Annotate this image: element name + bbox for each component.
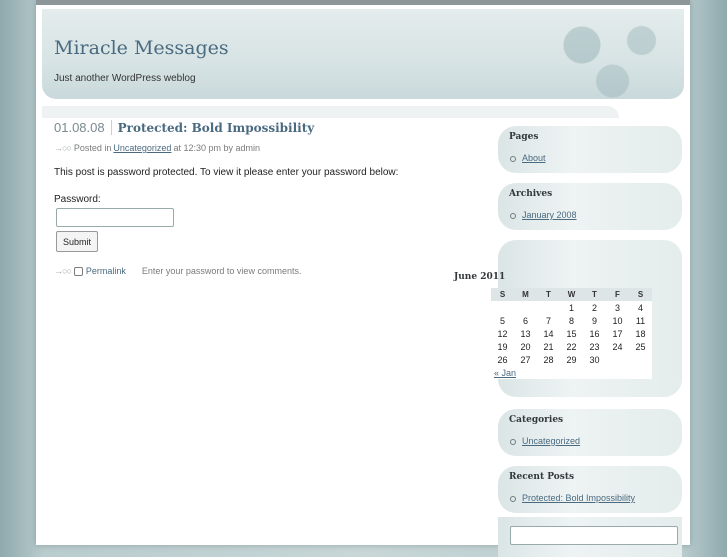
password-label: Password:	[54, 194, 101, 205]
post-meta: →○○ Posted in Uncategorized at 12:30 pm …	[54, 143, 494, 153]
calendar-day	[537, 301, 560, 314]
recent-posts-widget: Recent Posts Protected: Bold Impossibili…	[498, 466, 682, 513]
weekday-header: T	[537, 288, 560, 301]
calendar-caption: June 2011	[454, 272, 506, 282]
calendar-day: 4	[637, 302, 643, 313]
calendar-day: 30	[589, 354, 600, 365]
calendar-day: 14	[543, 328, 554, 339]
calendar-week: 19 20 21 22 23 24 25	[491, 340, 652, 353]
weekday-header: T	[583, 288, 606, 301]
bullet-icon	[510, 438, 516, 445]
weekday-header: F	[606, 288, 629, 301]
calendar-day: 13	[520, 328, 531, 339]
permalink-icon	[73, 266, 83, 276]
calendar-day: 20	[520, 341, 531, 352]
calendar-day: 19	[497, 341, 508, 352]
archives-widget: Archives January 2008	[498, 183, 682, 230]
calendar-day: 2	[591, 302, 597, 313]
calendar-day: 28	[543, 354, 554, 365]
calendar-day: 27	[520, 354, 531, 365]
calendar-day	[491, 301, 514, 314]
calendar-nav-cell: « Jan	[491, 366, 652, 379]
pages-widget: Pages About	[498, 126, 682, 173]
bullet-icon	[510, 212, 516, 219]
protected-notice: This post is password protected. To view…	[54, 167, 399, 178]
calendar-day: 12	[497, 328, 508, 339]
pages-item[interactable]: About	[510, 153, 546, 163]
submit-button[interactable]: Submit	[56, 231, 99, 252]
calendar-day: 17	[612, 328, 623, 339]
search-input[interactable]	[510, 526, 678, 545]
calendar-week: 1 2 3 4	[491, 301, 652, 314]
blog-header: Miracle Messages Just another WordPress …	[42, 9, 684, 99]
calendar-day	[606, 353, 629, 366]
calendar-table: S M T W T F S 1 2 3 4 5 6 7 8 9 10 11 12…	[491, 288, 652, 379]
calendar-prev-link[interactable]: « Jan	[494, 368, 516, 378]
recent-post-item[interactable]: Protected: Bold Impossibility	[510, 493, 635, 503]
calendar-day: 25	[635, 341, 646, 352]
weekday-header: W	[560, 288, 583, 301]
content-top-edge	[42, 106, 619, 118]
calendar-day: 7	[545, 315, 551, 326]
post: 01.08.08 Protected: Bold Impossibility →…	[54, 120, 494, 276]
categories-widget: Categories Uncategorized	[498, 409, 682, 456]
header-ornament	[514, 9, 684, 99]
weekday-header: S	[491, 288, 514, 301]
blog-description: Just another WordPress weblog	[54, 73, 196, 84]
top-bar	[36, 0, 690, 5]
calendar-day: 11	[635, 315, 646, 326]
category-link[interactable]: Uncategorized	[113, 143, 171, 153]
calendar-day: 1	[568, 302, 574, 313]
post-date: 01.08.08	[54, 120, 112, 135]
calendar-day: 24	[612, 341, 623, 352]
calendar-day: 10	[612, 315, 623, 326]
calendar-day: 18	[635, 328, 646, 339]
widget-title-archives: Archives	[509, 189, 553, 199]
widget-title-categories: Categories	[509, 415, 564, 425]
calendar-day	[514, 301, 537, 314]
post-title-link[interactable]: Protected: Bold Impossibility	[118, 121, 315, 135]
bullet-icon	[510, 155, 516, 162]
pages-item-label[interactable]: About	[522, 153, 546, 163]
calendar-day: 29	[566, 354, 577, 365]
comments-note: Enter your password to view comments.	[141, 266, 302, 276]
calendar-day: 3	[614, 302, 620, 313]
bullet-icon	[510, 495, 516, 502]
post-header: 01.08.08 Protected: Bold Impossibility	[54, 120, 494, 135]
calendar-day: 15	[566, 328, 577, 339]
calendar-day: 16	[589, 328, 600, 339]
calendar-day: 23	[589, 341, 600, 352]
calendar-day: 21	[543, 341, 554, 352]
calendar-week: 26 27 28 29 30	[491, 353, 652, 366]
permalink-link[interactable]: Permalink	[86, 266, 126, 276]
post-meta-suffix: at 12:30 pm by admin	[173, 143, 261, 153]
archives-item-label[interactable]: January 2008	[522, 210, 577, 220]
calendar-week: 5 6 7 8 9 10 11	[491, 314, 652, 327]
post-footer: →○○ Permalink Enter your password to vie…	[54, 266, 494, 276]
categories-item-label[interactable]: Uncategorized	[522, 436, 580, 446]
calendar-day: 26	[497, 354, 508, 365]
page-container: Miracle Messages Just another WordPress …	[36, 0, 690, 557]
calendar-day: 5	[499, 315, 505, 326]
widget-title-pages: Pages	[509, 132, 539, 142]
calendar-nav: « Jan	[491, 366, 652, 379]
weekday-header: S	[629, 288, 652, 301]
calendar-day: 6	[522, 315, 528, 326]
calendar-day	[629, 353, 652, 366]
blog-title[interactable]: Miracle Messages	[54, 37, 229, 59]
weekday-header: M	[514, 288, 537, 301]
post-meta-prefix: Posted in	[73, 143, 112, 153]
recent-post-item-label[interactable]: Protected: Bold Impossibility	[522, 493, 635, 503]
calendar-day: 8	[568, 315, 574, 326]
categories-item[interactable]: Uncategorized	[510, 436, 580, 446]
calendar-day: 22	[566, 341, 577, 352]
calendar-day: 9	[591, 315, 597, 326]
password-input[interactable]	[56, 208, 174, 227]
archives-item[interactable]: January 2008	[510, 210, 577, 220]
widget-title-recent-posts: Recent Posts	[509, 472, 575, 482]
ornament-icon: →○○	[54, 143, 72, 153]
ornament-icon: →○○	[54, 266, 72, 276]
calendar-weekdays: S M T W T F S	[491, 288, 652, 301]
calendar-week: 12 13 14 15 16 17 18	[491, 327, 652, 340]
